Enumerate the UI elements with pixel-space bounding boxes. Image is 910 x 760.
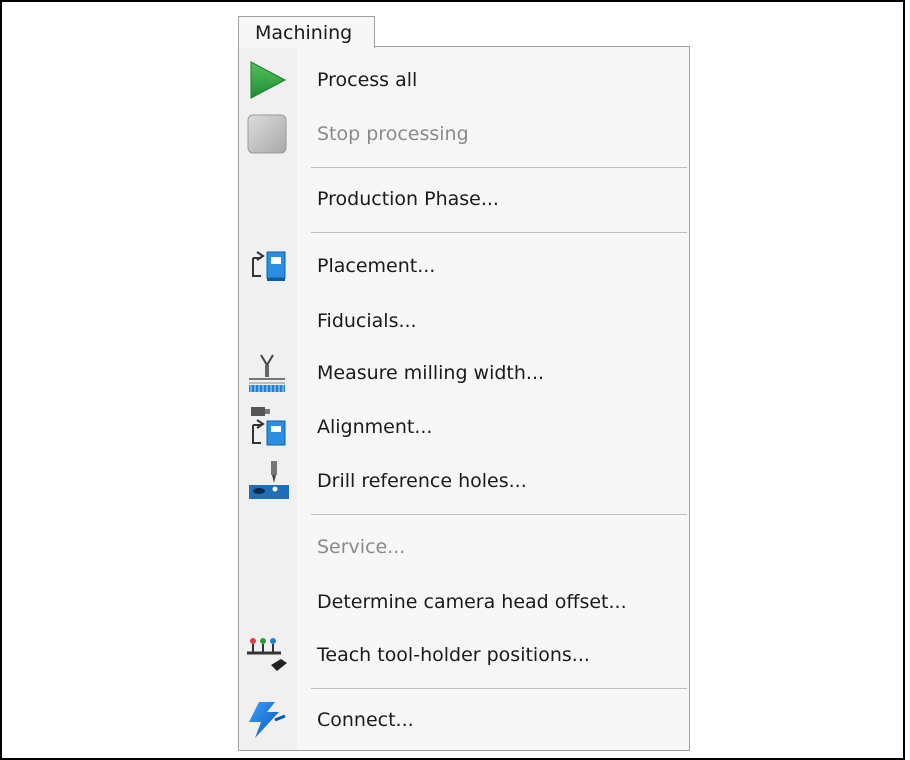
menu-separator (311, 514, 687, 515)
machining-menu: Process all Stop processing Production P… (238, 46, 690, 751)
milling-width-icon (245, 351, 289, 395)
menu-item-determine-camera-head-offset[interactable]: Determine camera head offset... (239, 577, 689, 627)
menu-separator (311, 688, 687, 689)
menu-item-teach-tool-holder-positions[interactable]: Teach tool-holder positions... (239, 630, 689, 680)
connect-icon (245, 698, 289, 742)
alignment-icon (245, 405, 289, 449)
menu-separator (311, 167, 687, 168)
placement-icon (245, 244, 289, 288)
menu-item-connect[interactable]: Connect... (239, 695, 689, 745)
menu-item-fiducials[interactable]: Fiducials... (239, 296, 689, 346)
menu-item-alignment[interactable]: Alignment... (239, 402, 689, 452)
menu-item-stop-processing[interactable]: Stop processing (239, 109, 689, 159)
menu-item-production-phase[interactable]: Production Phase... (239, 174, 689, 224)
menu-item-service[interactable]: Service... (239, 522, 689, 572)
menu-title-machining[interactable]: Machining (238, 16, 375, 48)
stop-icon (245, 112, 289, 156)
menu-item-process-all[interactable]: Process all (239, 55, 689, 105)
tool-holder-icon (245, 633, 289, 677)
menu-item-drill-reference-holes[interactable]: Drill reference holes... (239, 456, 689, 506)
drill-icon (245, 459, 289, 503)
menu-item-placement[interactable]: Placement... (239, 241, 689, 291)
play-icon (245, 58, 289, 102)
menu-item-measure-milling-width[interactable]: Measure milling width... (239, 348, 689, 398)
menu-separator (311, 232, 687, 233)
